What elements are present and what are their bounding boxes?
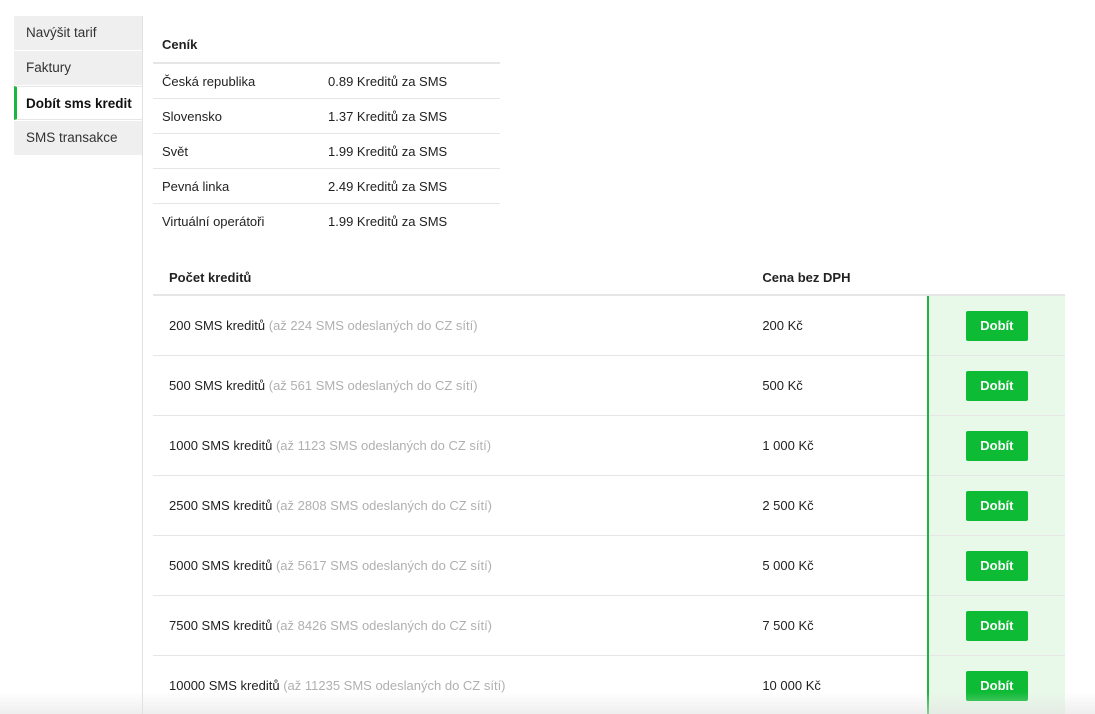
credits-price: 7 500 Kč — [762, 595, 928, 656]
credits-amount: 200 SMS kreditů — [169, 318, 266, 333]
pricelist-price: 1.37 Kreditů za SMS — [328, 98, 500, 134]
pricelist-table: Ceník Česká republika 0.89 Kreditů za SM… — [153, 26, 500, 238]
credits-amount: 5000 SMS kreditů — [169, 558, 273, 573]
pricelist-header-row: Ceník — [153, 26, 500, 64]
table-row: Virtuální operátoři 1.99 Kreditů za SMS — [153, 204, 500, 239]
sidebar: Navýšit tarif Faktury Dobít sms kredit S… — [14, 16, 142, 156]
credits-price: 500 Kč — [762, 355, 928, 416]
credits-note: (až 561 SMS odeslaných do CZ sítí) — [268, 378, 478, 393]
table-row: 5000 SMS kreditů (až 5617 SMS odeslaných… — [153, 535, 1065, 596]
pricelist-region: Slovensko — [153, 98, 328, 134]
pricelist-price: 1.99 Kreditů za SMS — [328, 133, 500, 169]
sidebar-item-label: Navýšit tarif — [26, 25, 97, 40]
credits-amount-cell: 500 SMS kreditů (až 561 SMS odeslaných d… — [153, 355, 763, 416]
sidebar-item-sms-transakce[interactable]: SMS transakce — [14, 121, 142, 155]
sidebar-item-label: Dobít sms kredit — [26, 96, 132, 111]
credits-note: (až 1123 SMS odeslaných do CZ sítí) — [275, 438, 492, 453]
sidebar-item-dobit-sms-kredit[interactable]: Dobít sms kredit — [14, 86, 142, 120]
table-row: Slovensko 1.37 Kreditů za SMS — [153, 98, 500, 134]
credits-price: 1 000 Kč — [762, 415, 928, 476]
pricelist-region: Svět — [153, 133, 328, 169]
credits-action-cell: Dobít — [926, 415, 1065, 476]
credits-note: (až 2808 SMS odeslaných do CZ sítí) — [275, 498, 493, 513]
dobit-button[interactable]: Dobít — [965, 670, 1028, 701]
credits-header-row: Počet kreditů Cena bez DPH — [153, 260, 1065, 296]
pricelist-region: Pevná linka — [153, 168, 328, 204]
dobit-button[interactable]: Dobít — [965, 610, 1028, 641]
table-row: 1000 SMS kreditů (až 1123 SMS odeslaných… — [153, 415, 1065, 476]
pricelist-price: 1.99 Kreditů za SMS — [328, 213, 448, 229]
credits-action-cell: Dobít — [926, 355, 1065, 416]
page: Navýšit tarif Faktury Dobít sms kredit S… — [0, 0, 1095, 714]
table-row: Česká republika 0.89 Kreditů za SMS — [153, 63, 500, 99]
credits-note: (až 11235 SMS odeslaných do CZ sítí) — [283, 678, 506, 693]
sidebar-item-label: Faktury — [26, 60, 72, 75]
pricelist-title: Ceník — [153, 26, 500, 64]
table-row: 500 SMS kreditů (až 561 SMS odeslaných d… — [153, 355, 1065, 416]
pricelist-price: 2.49 Kreditů za SMS — [328, 168, 500, 204]
table-row: Pevná linka 2.49 Kreditů za SMS — [153, 168, 500, 204]
dobit-button[interactable]: Dobít — [965, 490, 1028, 521]
sidebar-item-label: SMS transakce — [26, 130, 118, 145]
credits-note: (až 5617 SMS odeslaných do CZ sítí) — [275, 558, 493, 573]
credits-action-cell: Dobít — [926, 595, 1065, 656]
credits-amount-cell: 2500 SMS kreditů (až 2808 SMS odeslaných… — [153, 475, 763, 536]
table-row: 7500 SMS kreditů (až 8426 SMS odeslaných… — [153, 595, 1065, 656]
credits-amount-cell: 1000 SMS kreditů (až 1123 SMS odeslaných… — [153, 415, 763, 476]
table-row: 10000 SMS kreditů (až 11235 SMS odeslaný… — [153, 655, 1065, 714]
pricelist-region: Virtuální operátoři — [162, 213, 265, 229]
credits-action-cell: Dobít — [926, 655, 1065, 714]
dobit-button[interactable]: Dobít — [965, 370, 1028, 401]
credits-amount-cell: 10000 SMS kreditů (až 11235 SMS odeslaný… — [153, 655, 763, 714]
dobit-button[interactable]: Dobít — [965, 310, 1028, 341]
sidebar-item-faktury[interactable]: Faktury — [14, 51, 142, 85]
sidebar-item-navysit-tarif[interactable]: Navýšit tarif — [14, 16, 142, 50]
credits-price: 200 Kč — [762, 295, 928, 356]
credits-note: (až 8426 SMS odeslaných do CZ sítí) — [275, 618, 493, 633]
credits-header-price: Cena bez DPH — [762, 260, 928, 296]
credits-price: 2 500 Kč — [762, 475, 928, 536]
credits-amount-cell: 200 SMS kreditů (až 224 SMS odeslaných d… — [153, 295, 763, 356]
credits-amount: 500 SMS kreditů — [169, 378, 266, 393]
credits-amount-cell: 5000 SMS kreditů (až 5617 SMS odeslaných… — [153, 535, 763, 596]
credits-note: (až 224 SMS odeslaných do CZ sítí) — [268, 318, 478, 333]
table-row: 2500 SMS kreditů (až 2808 SMS odeslaných… — [153, 475, 1065, 536]
credits-price: 10 000 Kč — [762, 655, 928, 714]
credits-amount: 1000 SMS kreditů — [169, 438, 273, 453]
credits-action-cell: Dobít — [926, 475, 1065, 536]
credits-header-count: Počet kreditů — [153, 260, 763, 296]
credits-amount: 2500 SMS kreditů — [169, 498, 273, 513]
sidebar-divider — [142, 16, 143, 714]
table-row: 200 SMS kreditů (až 224 SMS odeslaných d… — [153, 295, 1065, 356]
pricelist-price: 0.89 Kreditů za SMS — [328, 63, 500, 99]
dobit-button[interactable]: Dobít — [965, 430, 1028, 461]
credits-amount: 7500 SMS kreditů — [169, 618, 273, 633]
dobit-button[interactable]: Dobít — [965, 550, 1028, 581]
credits-header-action — [927, 260, 1065, 296]
credits-amount-cell: 7500 SMS kreditů (až 8426 SMS odeslaných… — [153, 595, 763, 656]
credits-table: Počet kreditů Cena bez DPH 200 SMS kredi… — [153, 260, 1065, 714]
credits-amount: 10000 SMS kreditů — [169, 678, 280, 693]
table-row: Svět 1.99 Kreditů za SMS — [153, 133, 500, 169]
credits-price: 5 000 Kč — [762, 535, 928, 596]
credits-action-cell: Dobít — [926, 295, 1065, 356]
pricelist-region: Česká republika — [153, 63, 328, 99]
credits-action-cell: Dobít — [926, 535, 1065, 596]
